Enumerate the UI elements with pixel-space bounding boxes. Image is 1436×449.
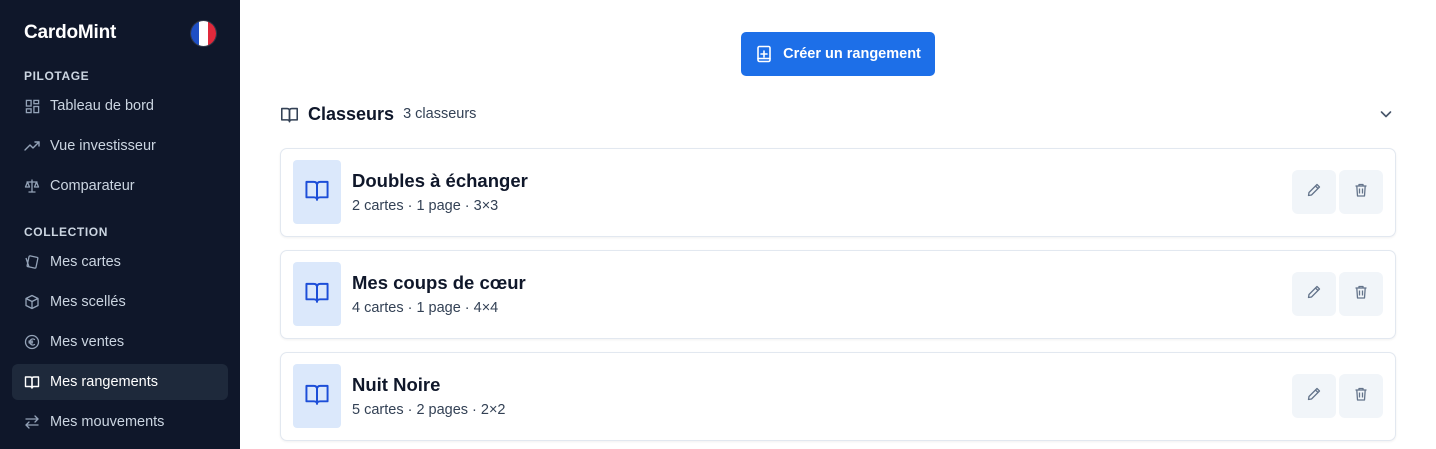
binder-card-count: 4 cartes <box>352 300 404 316</box>
sidebar-item-label: Mes scellés <box>50 294 126 310</box>
scale-icon <box>24 178 40 194</box>
fr-flag-icon[interactable] <box>191 21 216 46</box>
binders-section-header: Classeurs 3 classeurs <box>280 100 1396 128</box>
binder-card-count: 5 cartes <box>352 402 404 418</box>
binder-thumbnail <box>293 364 341 428</box>
binder-grid-size: 2×2 <box>480 402 506 418</box>
binder-thumbnail <box>293 262 341 326</box>
sidebar-section-collection: COLLECTION <box>24 225 108 239</box>
sidebar-item-label: Mes mouvements <box>50 414 165 430</box>
sidebar-item-vue-investisseur[interactable]: Vue investisseur <box>12 128 228 164</box>
euro-circle-icon <box>24 334 40 350</box>
binder-name: Nuit Noire <box>352 374 441 395</box>
trash-icon <box>1353 182 1369 203</box>
edit-button[interactable] <box>1292 170 1336 214</box>
book-open-icon <box>304 279 330 310</box>
sidebar-item-label: Vue investisseur <box>50 138 156 154</box>
binder-meta: 2 cartes · 1 page · 3×3 <box>352 198 499 214</box>
chevron-down-icon[interactable] <box>1378 106 1394 122</box>
binder-name: Doubles à échanger <box>352 170 528 191</box>
book-open-icon <box>280 105 299 124</box>
book-open-icon <box>304 177 330 208</box>
sidebar-item-label: Mes rangements <box>50 374 158 390</box>
sidebar-item-label: Tableau de bord <box>50 98 154 114</box>
sidebar-item-mes-ventes[interactable]: Mes ventes <box>12 324 228 360</box>
trash-icon <box>1353 284 1369 305</box>
arrows-swap-icon <box>24 414 40 430</box>
sidebar-item-mes-rangements[interactable]: Mes rangements <box>12 364 228 400</box>
edit-button[interactable] <box>1292 374 1336 418</box>
sidebar-item-label: Comparateur <box>50 178 135 194</box>
edit-button[interactable] <box>1292 272 1336 316</box>
binder-card[interactable]: Mes coups de cœur 4 cartes · 1 page · 4×4 <box>280 250 1396 339</box>
binder-page-count: 2 pages <box>416 402 469 418</box>
sidebar: CardoMint PILOTAGE Tableau de bord Vue i… <box>0 0 240 449</box>
sidebar-item-comparateur[interactable]: Comparateur <box>12 168 228 204</box>
binder-page-count: 1 page <box>416 300 461 316</box>
binder-grid-size: 4×4 <box>473 300 499 316</box>
trash-icon <box>1353 386 1369 407</box>
book-open-icon <box>304 381 330 412</box>
create-storage-label: Créer un rangement <box>783 46 921 62</box>
sidebar-item-mes-mouvements[interactable]: Mes mouvements <box>12 404 228 440</box>
sidebar-item-mes-scelles[interactable]: Mes scellés <box>12 284 228 320</box>
sidebar-item-label: Mes ventes <box>50 334 125 350</box>
delete-button[interactable] <box>1339 170 1383 214</box>
delete-button[interactable] <box>1339 374 1383 418</box>
binder-thumbnail <box>293 160 341 224</box>
delete-button[interactable] <box>1339 272 1383 316</box>
trending-up-icon <box>24 138 40 154</box>
binder-card-count: 2 cartes <box>352 198 404 214</box>
sidebar-item-label: Mes cartes <box>50 254 121 270</box>
sidebar-item-tableau-de-bord[interactable]: Tableau de bord <box>12 88 228 124</box>
pencil-icon <box>1306 284 1322 305</box>
sidebar-item-mes-cartes[interactable]: Mes cartes <box>12 244 228 280</box>
pencil-icon <box>1306 386 1322 407</box>
binder-card[interactable]: Nuit Noire 5 cartes · 2 pages · 2×2 <box>280 352 1396 441</box>
book-plus-icon <box>755 45 773 63</box>
app-logo[interactable]: CardoMint <box>24 22 116 44</box>
binder-card[interactable]: Doubles à échanger 2 cartes · 1 page · 3×3 <box>280 148 1396 237</box>
cards-icon <box>24 254 40 270</box>
book-open-icon <box>24 374 40 390</box>
binder-meta: 5 cartes · 2 pages · 2×2 <box>352 402 506 418</box>
binder-meta: 4 cartes · 1 page · 4×4 <box>352 300 499 316</box>
section-title: Classeurs <box>308 103 395 124</box>
binder-grid-size: 3×3 <box>473 198 499 214</box>
create-storage-button[interactable]: Créer un rangement <box>741 32 935 76</box>
section-count: 3 classeurs <box>403 106 477 122</box>
binder-page-count: 1 page <box>416 198 461 214</box>
dashboard-grid-icon <box>24 98 40 114</box>
binder-name: Mes coups de cœur <box>352 272 526 293</box>
pencil-icon <box>1306 182 1322 203</box>
package-icon <box>24 294 40 310</box>
sidebar-section-pilotage: PILOTAGE <box>24 69 90 83</box>
